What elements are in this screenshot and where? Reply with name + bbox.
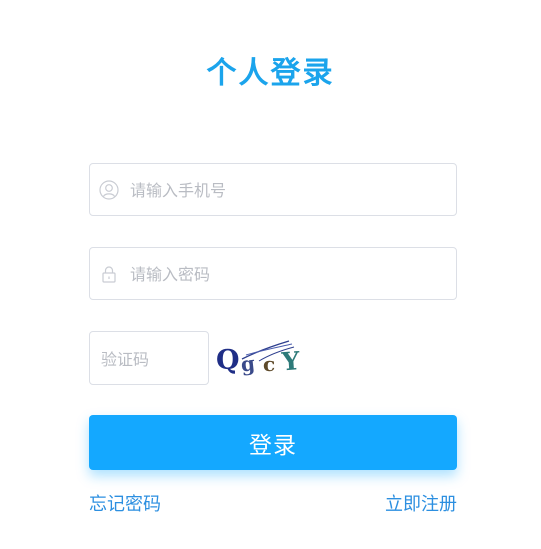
svg-text:Y: Y: [280, 346, 302, 376]
svg-text:g: g: [240, 351, 256, 376]
login-button[interactable]: 登录: [89, 415, 457, 470]
lock-icon: [102, 266, 116, 283]
page-title: 个人登录: [206, 56, 335, 91]
user-icon: [99, 180, 119, 200]
password-input[interactable]: [128, 248, 452, 301]
svg-text:c: c: [263, 352, 275, 376]
svg-text:Q: Q: [216, 345, 240, 376]
forgot-password-link[interactable]: 忘记密码: [89, 490, 161, 516]
phone-field[interactable]: [89, 163, 457, 217]
captcha-image[interactable]: Q g c Y: [214, 333, 304, 378]
captcha-field[interactable]: [89, 331, 209, 386]
captcha-input[interactable]: [99, 332, 207, 386]
register-link[interactable]: 立即注册: [385, 490, 457, 516]
phone-input[interactable]: [128, 164, 452, 217]
password-field[interactable]: [89, 247, 457, 301]
